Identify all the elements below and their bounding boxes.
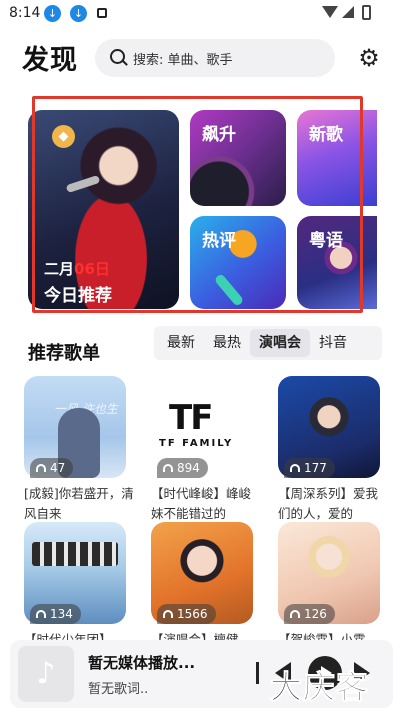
headphones-icon (163, 464, 173, 472)
play-count: 134 (30, 604, 81, 624)
search-placeholder: 搜索: 单曲、歌手 (133, 53, 233, 68)
play-count: 894 (157, 458, 208, 478)
headphones-icon (290, 464, 300, 472)
download-icon: ↓ (44, 5, 61, 22)
search-icon (110, 49, 125, 64)
gear-icon[interactable]: ⚙ (356, 45, 382, 71)
now-playing-title: 暂无媒体播放... (88, 654, 196, 672)
headphones-icon (36, 610, 46, 618)
play-count: 177 (284, 458, 335, 478)
tf-logo: TF (169, 398, 213, 438)
group-figures (32, 542, 118, 566)
playlist-title: 【周深系列】爱我们的人，爱的 (278, 486, 379, 521)
status-time: 8:14 (9, 5, 41, 21)
play-count: 1566 (157, 604, 216, 624)
search-bar[interactable]: 搜索: 单曲、歌手 (95, 39, 335, 77)
tab-latest[interactable]: 最新 (158, 329, 204, 357)
headphones-icon (290, 610, 300, 618)
playlist-title: 【时代峰峻】峰峻妹不能错过的 (151, 486, 252, 521)
page-title: 发现 (22, 45, 78, 76)
tab-hottest[interactable]: 最热 (204, 329, 250, 357)
playlist-tabs: 最新 最热 演唱会 抖音 (154, 326, 382, 360)
status-bar: 8:14 ↓ ↓ (0, 0, 403, 28)
signal-icon (342, 6, 354, 18)
tab-concert[interactable]: 演唱会 (250, 329, 310, 357)
wifi-icon (322, 6, 338, 18)
play-count: 126 (284, 604, 335, 624)
watermark: 大庆客 (269, 668, 370, 707)
play-count: 47 (30, 458, 74, 478)
music-note-icon: ♪ (36, 656, 56, 691)
cover-text: TF FAMILY (159, 438, 234, 449)
section-title: 推荐歌单 (28, 343, 100, 364)
battery-icon (362, 5, 371, 20)
square-icon (97, 8, 107, 18)
album-art: ♪ (18, 646, 74, 702)
playlist-title: [成毅]你若盛开，清风自来 (24, 486, 134, 521)
download-icon: ↓ (70, 5, 87, 22)
highlight-frame (32, 96, 363, 313)
headphones-icon (36, 464, 46, 472)
tab-douyin[interactable]: 抖音 (310, 329, 356, 357)
now-playing-lyrics: 暂无歌词.. (88, 682, 149, 697)
headphones-icon (163, 610, 173, 618)
